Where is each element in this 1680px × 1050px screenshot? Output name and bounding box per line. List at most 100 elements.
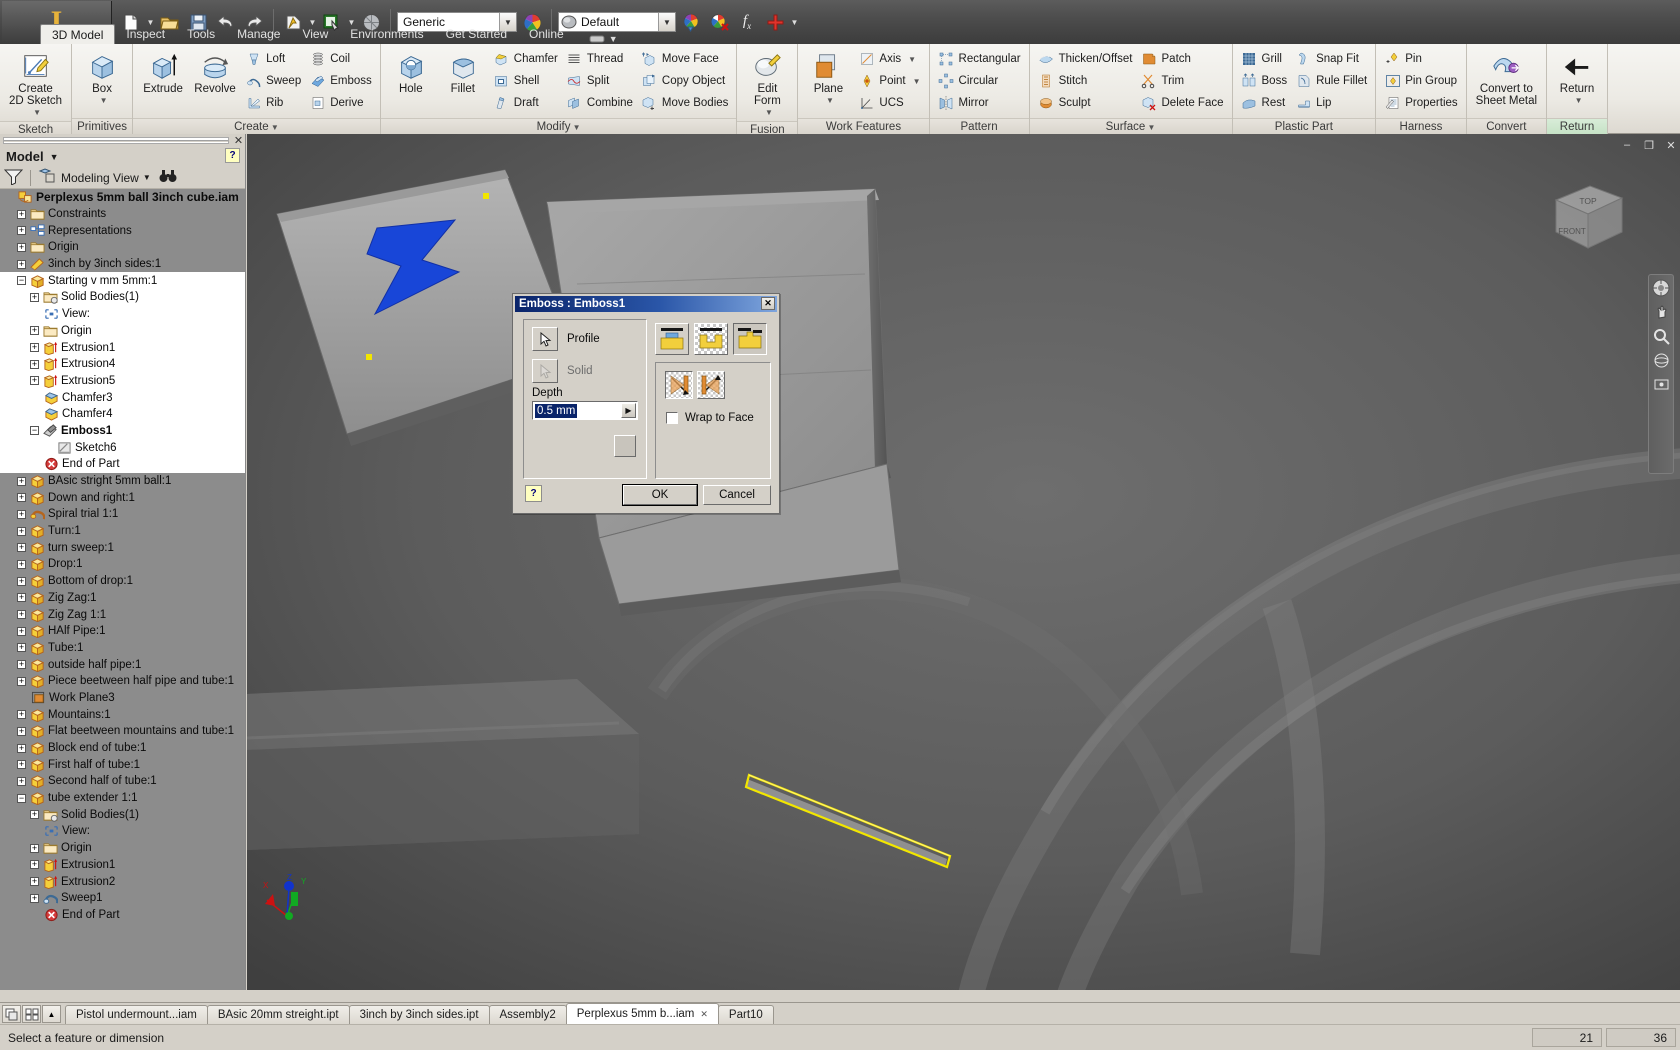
ribbon-button-extrude[interactable]: Extrude — [137, 47, 189, 97]
scroll-up-icon[interactable]: ▲ — [42, 1005, 61, 1023]
expand-icon[interactable]: + — [17, 209, 26, 219]
model-tree[interactable]: Perplexus 5mm ball 3inch cube.iam + Const… — [0, 189, 245, 990]
tree-item[interactable]: + Solid Bodies(1) — [0, 806, 245, 824]
expand-icon[interactable]: + — [17, 660, 26, 670]
ribbon-button-mirror[interactable]: Mirror — [934, 92, 1025, 114]
ribbon-button-create-2d-sketch[interactable]: Create 2D Sketch ▼ — [4, 47, 67, 121]
chevron-down-icon[interactable]: ▼ — [609, 34, 618, 44]
orbit-icon[interactable] — [1651, 350, 1671, 370]
tree-item[interactable]: + outside half pipe:1 — [0, 656, 245, 673]
ribbon-button-combine[interactable]: Combine — [562, 92, 637, 114]
tree-item[interactable]: Chamfer4 — [0, 405, 245, 423]
expand-icon[interactable]: + — [30, 376, 39, 386]
expand-icon[interactable]: + — [17, 726, 26, 736]
ribbon-button-derive[interactable]: Derive — [305, 92, 376, 114]
ribbon-button-sweep[interactable]: Sweep — [241, 70, 305, 92]
solid-select-button[interactable] — [532, 359, 558, 383]
ribbon-button-move-face[interactable]: Move Face — [637, 48, 732, 70]
ribbon-panel-caption[interactable]: Work Features — [798, 118, 929, 134]
tree-item[interactable]: − Starting v mm 5mm:1 — [0, 272, 245, 290]
ribbon-panel-caption[interactable]: Pattern — [929, 118, 1029, 134]
ribbon-panel-caption[interactable]: Modify ▼ — [380, 118, 737, 134]
ribbon-button-circular[interactable]: Circular — [934, 70, 1025, 92]
ribbon-button-trim[interactable]: Trim — [1137, 70, 1228, 92]
ribbon-button-thread[interactable]: Thread — [562, 48, 637, 70]
ok-button[interactable]: OK — [622, 484, 698, 506]
ribbon-panel-caption[interactable]: Create ▼ — [133, 118, 380, 134]
expand-icon[interactable]: + — [17, 626, 26, 636]
chevron-down-icon[interactable]: ▼ — [1575, 95, 1583, 107]
expand-icon[interactable]: + — [17, 226, 26, 236]
ribbon-button-rule-fillet[interactable]: Rule Fillet — [1291, 70, 1371, 92]
expand-icon[interactable]: + — [17, 559, 26, 569]
ribbon-button-split[interactable]: Split — [562, 70, 637, 92]
expand-icon[interactable]: + — [17, 776, 26, 786]
ribbon-button-grill[interactable]: Grill — [1237, 48, 1292, 70]
tree-item[interactable]: + HAlf Pipe:1 — [0, 622, 245, 640]
ribbon-button-emboss[interactable]: Emboss — [305, 70, 376, 92]
tree-item[interactable]: + Spiral trial 1:1 — [0, 506, 245, 523]
ribbon-button-rectangular[interactable]: Rectangular — [934, 48, 1025, 70]
ribbon-button-move-bodies[interactable]: Move Bodies — [637, 92, 732, 114]
expand-icon[interactable]: + — [17, 643, 26, 653]
modeling-view-icon[interactable] — [38, 168, 57, 187]
browser-grip[interactable]: ✕ — [0, 134, 245, 147]
close-icon[interactable]: ✕ — [232, 134, 245, 147]
tree-item[interactable]: End of Part — [0, 456, 245, 473]
ribbon-button-snap-fit[interactable]: Snap Fit — [1291, 48, 1371, 70]
ribbon-button-rest[interactable]: Rest — [1237, 92, 1292, 114]
ribbon-button-edit-form[interactable]: Edit Form ▼ — [741, 47, 793, 121]
close-icon[interactable]: ✕ — [700, 1009, 708, 1020]
tree-item[interactable]: + Zig Zag 1:1 — [0, 606, 245, 623]
doc-minimize-button[interactable]: – — [1620, 139, 1634, 151]
dialog-title-bar[interactable]: Emboss : Emboss1 ✕ — [515, 296, 777, 312]
tree-item[interactable]: + Down and right:1 — [0, 489, 245, 507]
expand-icon[interactable]: + — [30, 292, 39, 302]
tree-item[interactable]: Work Plane3 — [0, 689, 245, 707]
document-tab[interactable]: Pistol undermount...iam — [65, 1005, 208, 1024]
expand-icon[interactable]: + — [17, 476, 26, 486]
profile-select-button[interactable] — [532, 327, 558, 351]
close-icon[interactable]: ✕ — [761, 297, 775, 310]
chevron-down-icon[interactable]: ▼ — [913, 77, 921, 86]
depth-input[interactable]: 0.5 mm ▶ — [532, 401, 638, 420]
engrave-from-face-icon[interactable] — [694, 323, 728, 355]
tree-item[interactable]: + Representations — [0, 222, 245, 240]
document-tab[interactable]: Part10 — [717, 1005, 774, 1024]
ribbon-button-copy-object[interactable]: Copy Object — [637, 70, 732, 92]
ribbon-button-thicken-offset[interactable]: Thicken/Offset — [1034, 48, 1137, 70]
tree-item[interactable]: End of Part — [0, 906, 245, 924]
expand-icon[interactable]: + — [17, 242, 26, 252]
ribbon-button-point[interactable]: Point ▼ — [854, 70, 924, 92]
tree-item[interactable]: View: — [0, 823, 245, 840]
tree-item[interactable]: + Block end of tube:1 — [0, 739, 245, 757]
tree-item[interactable]: + First half of tube:1 — [0, 756, 245, 774]
chevron-down-icon[interactable]: ▼ — [50, 152, 59, 162]
tree-item[interactable]: + Solid Bodies(1) — [0, 289, 245, 306]
ribbon-panel-caption[interactable]: Surface ▼ — [1029, 118, 1232, 134]
ribbon-button-hole[interactable]: Hole — [385, 47, 437, 97]
emboss-dialog[interactable]: Emboss : Emboss1 ✕ Profile Solid Depth 0… — [512, 293, 780, 514]
ribbon-button-sculpt[interactable]: Sculpt — [1034, 92, 1137, 114]
expand-icon[interactable]: + — [17, 593, 26, 603]
chevron-down-icon[interactable]: ▼ — [143, 173, 151, 182]
tree-item[interactable]: + Mountains:1 — [0, 706, 245, 723]
tree-item[interactable]: + Origin — [0, 239, 245, 256]
tree-item[interactable]: + Extrusion4 — [0, 355, 245, 373]
ribbon-button-properties[interactable]: Properties — [1380, 92, 1461, 114]
arrange-icons-icon[interactable] — [22, 1005, 41, 1023]
expand-icon[interactable]: + — [17, 610, 26, 620]
emboss-engrave-from-plane-icon[interactable] — [733, 323, 767, 355]
expand-icon[interactable]: + — [17, 576, 26, 586]
document-tab[interactable]: BAsic 20mm streight.ipt — [206, 1005, 350, 1024]
ribbon-button-lip[interactable]: Lip — [1291, 92, 1371, 114]
ribbon-button-loft[interactable]: Loft — [241, 48, 305, 70]
chevron-down-icon[interactable]: ▼ — [765, 107, 773, 119]
ribbon-button-box[interactable]: Box ▼ — [76, 47, 128, 109]
collapse-icon[interactable]: − — [17, 276, 26, 286]
tree-item[interactable]: + BAsic stright 5mm ball:1 — [0, 472, 245, 490]
expand-icon[interactable]: + — [17, 760, 26, 770]
tab-3d-model[interactable]: 3D Model — [40, 24, 116, 44]
tree-item[interactable]: − tube extender 1:1 — [0, 789, 245, 807]
expand-icon[interactable]: + — [17, 493, 26, 503]
